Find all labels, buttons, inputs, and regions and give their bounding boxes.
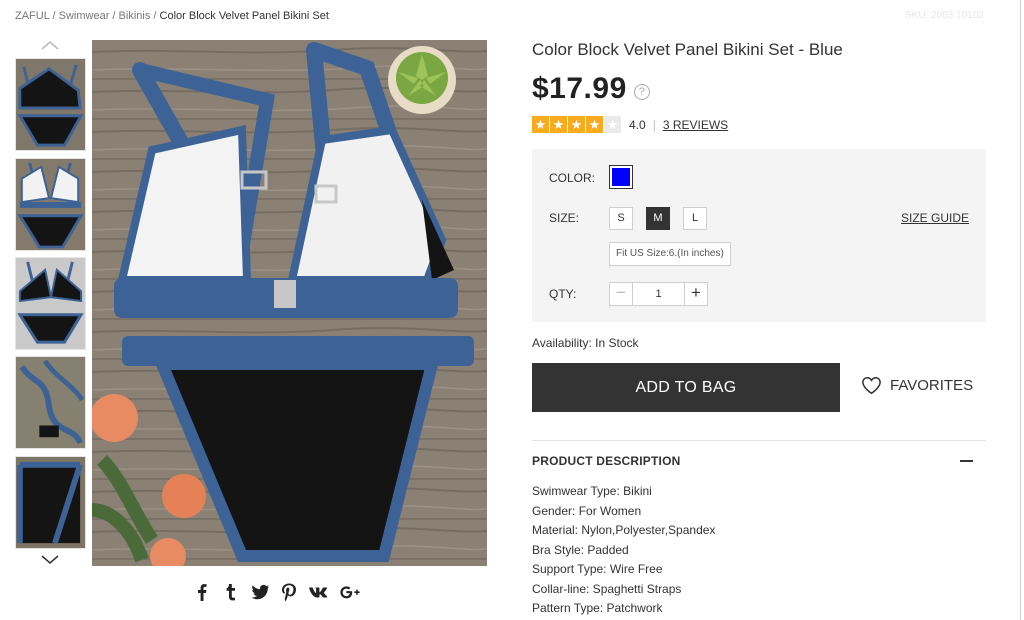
color-label: COLOR: xyxy=(549,171,596,185)
star-rating: ★ ★ ★ ★ ★ xyxy=(532,116,621,133)
color-swatch-blue[interactable] xyxy=(609,165,633,189)
chevron-down-icon[interactable] xyxy=(40,553,60,567)
rating-separator: | xyxy=(652,117,656,132)
google-plus-icon[interactable] xyxy=(339,582,361,602)
qty-input[interactable]: 1 xyxy=(633,282,684,306)
description-item: Bra Style: Padded xyxy=(532,542,629,557)
sku-text: SKU: 2003 10102 xyxy=(905,10,984,21)
star-icon: ★ xyxy=(550,116,567,133)
size-guide-link[interactable]: SIZE GUIDE xyxy=(901,211,969,225)
quantity-stepper: − 1 + xyxy=(609,282,708,306)
breadcrumb: ZAFUL / Swimwear / Bikinis / Color Block… xyxy=(15,10,329,22)
main-product-image[interactable] xyxy=(92,40,487,566)
description-item: Gender: For Women xyxy=(532,503,642,518)
reviews-link[interactable]: 3 REVIEWS xyxy=(663,118,728,132)
favorites-button[interactable]: FAVORITES xyxy=(861,376,973,395)
facebook-icon[interactable] xyxy=(192,582,212,602)
share-bar xyxy=(192,582,361,602)
description-item: Material: Nylon,Polyester,Spandex xyxy=(532,523,716,537)
vk-icon[interactable] xyxy=(308,582,330,602)
pinterest-icon[interactable] xyxy=(279,582,299,602)
tumblr-icon[interactable] xyxy=(221,582,241,602)
qty-increase-button[interactable]: + xyxy=(684,282,708,306)
breadcrumb-current: Color Block Velvet Panel Bikini Set xyxy=(159,10,329,22)
page-scrollbar-edge xyxy=(1020,0,1021,620)
rating-row: ★ ★ ★ ★ ★ 4.0 | 3 REVIEWS xyxy=(532,116,728,133)
price-row: $17.99 ? xyxy=(532,72,650,106)
chevron-up-icon[interactable] xyxy=(40,38,60,52)
star-icon: ★ xyxy=(532,116,549,133)
thumbnail-2[interactable] xyxy=(15,158,86,251)
star-empty-icon: ★ xyxy=(604,116,621,133)
breadcrumb-link-zaful[interactable]: ZAFUL xyxy=(15,10,49,22)
divider xyxy=(532,440,986,441)
product-description-header[interactable]: PRODUCT DESCRIPTION xyxy=(532,454,680,468)
thumbnail-1[interactable] xyxy=(15,58,86,151)
description-item: Collar-line: Spaghetti Straps xyxy=(532,581,682,596)
availability-text: Availability: In Stock xyxy=(532,336,639,350)
add-to-bag-button[interactable]: ADD TO BAG xyxy=(532,363,840,412)
collapse-minus-icon[interactable] xyxy=(960,460,973,462)
fit-note: Fit US Size:6.(In inches) xyxy=(609,242,731,266)
qty-decrease-button[interactable]: − xyxy=(609,282,633,306)
star-icon: ★ xyxy=(568,116,585,133)
thumbnail-3[interactable] xyxy=(15,257,86,350)
heart-icon xyxy=(862,376,881,395)
size-label: SIZE: xyxy=(549,211,580,225)
star-icon: ★ xyxy=(586,116,603,133)
product-price: $17.99 xyxy=(532,72,627,105)
twitter-icon[interactable] xyxy=(250,582,270,602)
thumbnail-5[interactable] xyxy=(15,456,86,549)
breadcrumb-link-swimwear[interactable]: Swimwear xyxy=(59,10,110,22)
size-option-s[interactable]: S xyxy=(609,207,633,230)
description-item: Swimwear Type: Bikini xyxy=(532,484,652,498)
rating-value: 4.0 xyxy=(629,117,646,132)
product-title: Color Block Velvet Panel Bikini Set - Bl… xyxy=(532,40,843,59)
qty-label: QTY: xyxy=(549,287,577,301)
help-icon[interactable]: ? xyxy=(633,84,650,100)
description-item: Pattern Type: Patchwork xyxy=(532,601,663,615)
thumbnail-4[interactable] xyxy=(15,356,86,449)
options-panel: COLOR: SIZE: S M L SIZE GUIDE Fit US Siz… xyxy=(532,149,986,322)
size-option-l[interactable]: L xyxy=(683,207,707,230)
breadcrumb-link-bikinis[interactable]: Bikinis xyxy=(119,10,151,22)
product-description-list: Swimwear Type: Bikini Gender: For Women … xyxy=(532,483,715,620)
favorites-label: FAVORITES xyxy=(890,377,974,394)
size-option-m[interactable]: M xyxy=(646,207,670,230)
description-item: Support Type: Wire Free xyxy=(532,562,663,576)
